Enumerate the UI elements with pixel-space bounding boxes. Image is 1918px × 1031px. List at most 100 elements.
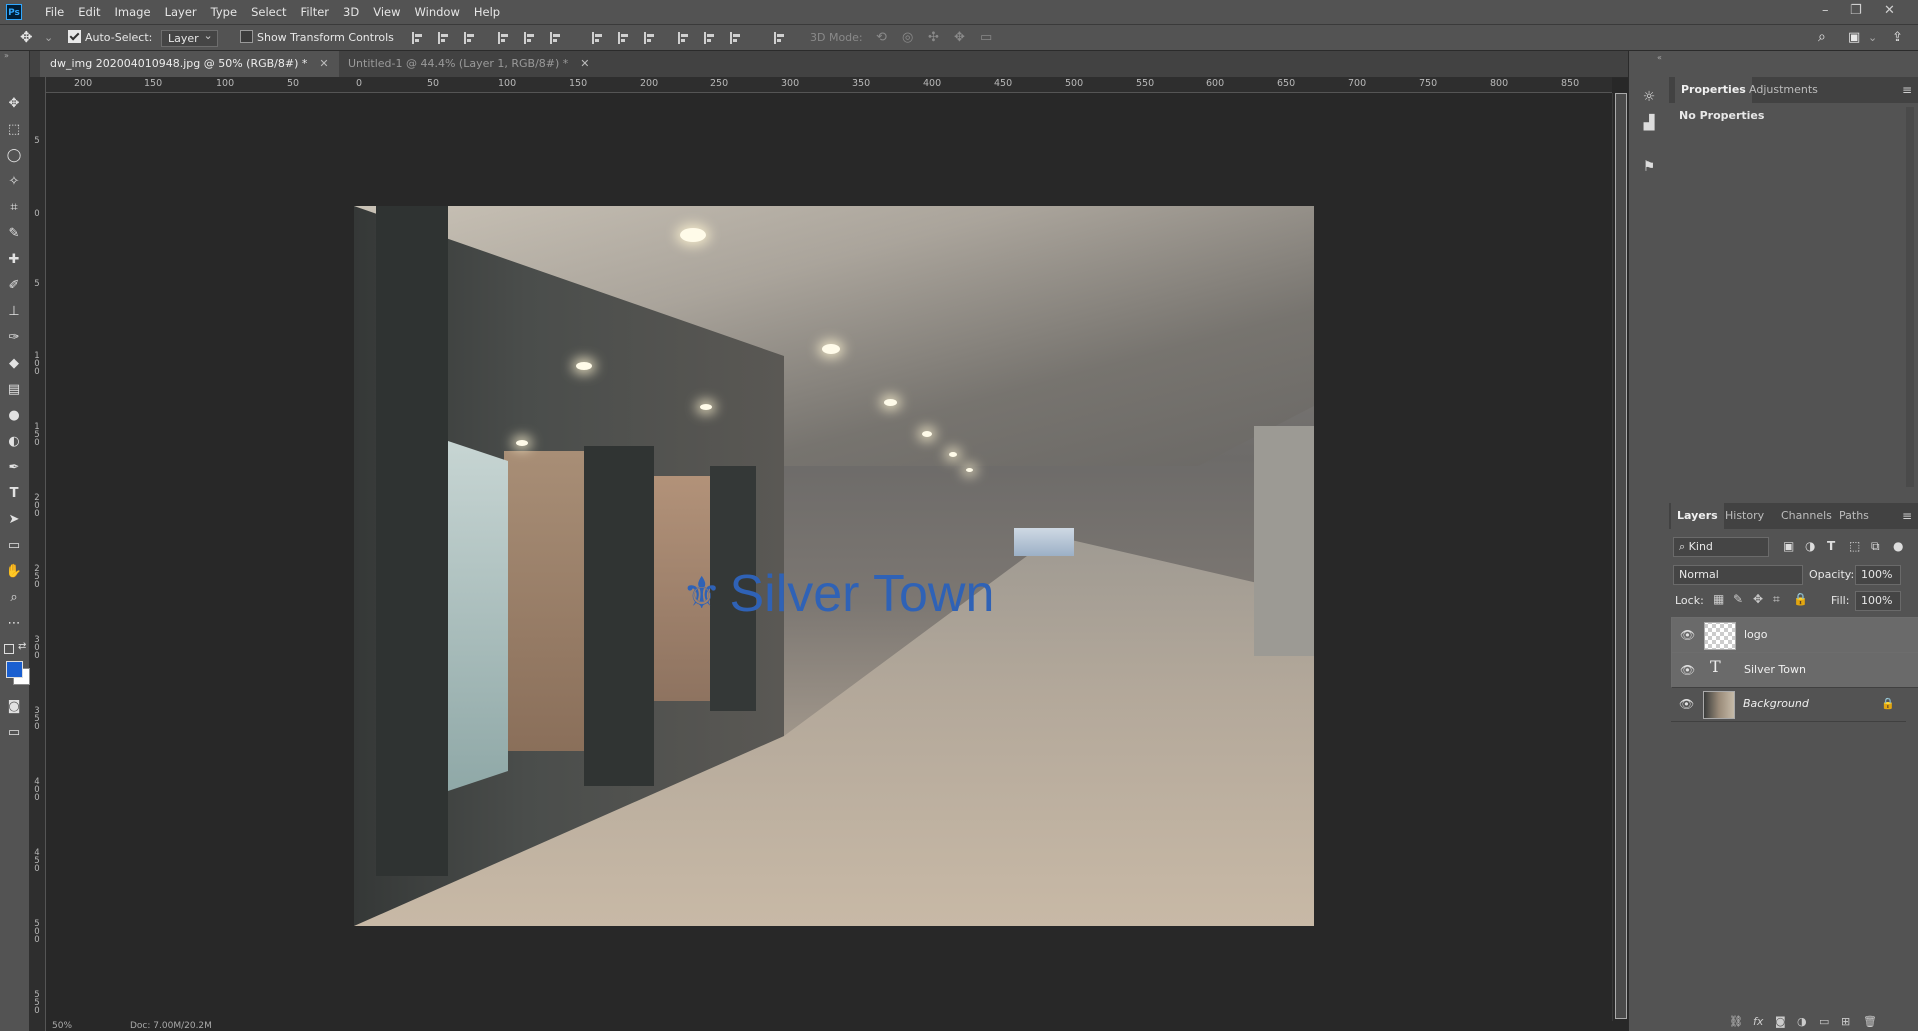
brush-tool-icon[interactable]: ✐: [4, 276, 24, 296]
learn-panel-icon[interactable]: ☼: [1639, 87, 1659, 107]
menu-help[interactable]: Help: [467, 0, 507, 24]
auto-align-layers-icon[interactable]: [774, 32, 786, 44]
visibility-eye-icon[interactable]: 👁: [1679, 697, 1694, 711]
lock-transparent-icon[interactable]: ▦: [1713, 592, 1724, 606]
filter-toggle-icon[interactable]: ●: [1893, 539, 1903, 553]
filter-shape-icon[interactable]: ⬚: [1849, 539, 1860, 553]
workspace-dropdown-icon[interactable]: ⌄: [1868, 25, 1877, 50]
menu-edit[interactable]: Edit: [71, 0, 107, 24]
menu-filter[interactable]: Filter: [294, 0, 336, 24]
show-transform-controls-checkbox[interactable]: Show Transform Controls: [240, 25, 394, 50]
tab-paths[interactable]: Paths: [1833, 503, 1875, 529]
tool-preset-dropdown-icon[interactable]: ⌄: [44, 25, 53, 50]
histogram-panel-icon[interactable]: ▟: [1639, 113, 1659, 133]
adjustment-layer-icon[interactable]: ◑: [1797, 1015, 1807, 1028]
3d-pan-icon[interactable]: ✣: [928, 25, 939, 50]
tab-properties[interactable]: Properties: [1675, 77, 1752, 103]
filter-type-icon[interactable]: T: [1827, 539, 1835, 553]
close-tab-icon[interactable]: ✕: [319, 57, 328, 70]
restore-button[interactable]: ❐: [1850, 0, 1862, 24]
filter-smart-object-icon[interactable]: ⧉: [1871, 539, 1880, 554]
document-image[interactable]: ⚜ Silver Town: [354, 206, 1314, 926]
foreground-color-swatch[interactable]: [6, 661, 23, 678]
shape-tool-icon[interactable]: ▭: [4, 536, 24, 556]
align-vertical-centers-icon[interactable]: [438, 32, 450, 44]
quick-mask-icon[interactable]: ◙: [4, 697, 24, 717]
blend-mode-dropdown[interactable]: Normal: [1673, 565, 1803, 585]
healing-brush-tool-icon[interactable]: ✚: [4, 250, 24, 270]
add-mask-icon[interactable]: ◙: [1775, 1015, 1786, 1028]
layer-row-background[interactable]: 👁 Background 🔒: [1671, 687, 1906, 722]
tab-dw-img[interactable]: dw_img 202004010948.jpg @ 50% (RGB/8#) *…: [40, 51, 339, 77]
tab-layers[interactable]: Layers: [1671, 503, 1724, 529]
magic-wand-tool-icon[interactable]: ✧: [4, 172, 24, 192]
blur-tool-icon[interactable]: ●: [4, 406, 24, 426]
path-selection-tool-icon[interactable]: ➤: [4, 510, 24, 530]
align-bottom-edges-icon[interactable]: [464, 32, 476, 44]
more-tools-icon[interactable]: ⋯: [4, 614, 24, 634]
distribute-vertical-centers-icon[interactable]: [618, 32, 630, 44]
lasso-tool-icon[interactable]: ◯: [4, 146, 24, 166]
tab-adjustments[interactable]: Adjustments: [1743, 77, 1824, 103]
align-top-edges-icon[interactable]: [412, 32, 424, 44]
distribute-top-icon[interactable]: [592, 32, 604, 44]
auto-select-checkbox[interactable]: Auto-Select:: [68, 25, 152, 50]
silver-town-logo-overlay[interactable]: ⚜ Silver Town: [682, 566, 994, 622]
zoom-tool-icon[interactable]: ⌕: [4, 588, 24, 608]
lock-artboard-icon[interactable]: ⌗: [1773, 592, 1780, 607]
3d-scale-icon[interactable]: ▭: [980, 25, 992, 50]
align-horizontal-centers-icon[interactable]: [524, 32, 536, 44]
eyedropper-tool-icon[interactable]: ✎: [4, 224, 24, 244]
lock-image-icon[interactable]: ✎: [1733, 592, 1743, 606]
filter-pixel-icon[interactable]: ▣: [1783, 539, 1794, 553]
visibility-eye-icon[interactable]: 👁: [1680, 628, 1695, 642]
menu-layer[interactable]: Layer: [158, 0, 204, 24]
dodge-tool-icon[interactable]: ◐: [4, 432, 24, 452]
hand-tool-icon[interactable]: ✋: [4, 562, 24, 582]
tab-history[interactable]: History: [1719, 503, 1770, 529]
delete-layer-icon[interactable]: 🗑: [1863, 1015, 1877, 1028]
layer-style-icon[interactable]: fx: [1753, 1015, 1763, 1028]
move-tool-preset-icon[interactable]: ✥: [20, 25, 33, 50]
swap-colors-icon[interactable]: ⇄: [18, 641, 26, 652]
menu-3d[interactable]: 3D: [336, 0, 366, 24]
history-brush-tool-icon[interactable]: ✑: [4, 328, 24, 348]
lock-all-icon[interactable]: 🔒: [1793, 592, 1808, 606]
collapse-dock-icon[interactable]: «: [1657, 53, 1662, 62]
horizontal-ruler[interactable]: 200 150 100 50 0 50 100 150 200 250 300 …: [46, 77, 1612, 93]
filter-kind-dropdown[interactable]: ⌕ Kind: [1673, 537, 1769, 557]
eraser-tool-icon[interactable]: ◆: [4, 354, 24, 374]
zoom-level[interactable]: 50%: [52, 1021, 72, 1031]
align-left-edges-icon[interactable]: [498, 32, 510, 44]
close-tab-icon[interactable]: ✕: [580, 57, 589, 70]
vertical-scrollbar[interactable]: [1612, 93, 1627, 1021]
new-group-icon[interactable]: ▭: [1819, 1015, 1829, 1028]
opacity-input[interactable]: 100%: [1855, 565, 1901, 585]
menu-file[interactable]: File: [38, 0, 71, 24]
screen-mode-icon[interactable]: ▭: [4, 723, 24, 743]
layer-row-logo[interactable]: 👁 logo: [1671, 615, 1918, 653]
panel-menu-icon[interactable]: ≡: [1902, 509, 1912, 523]
menu-image[interactable]: Image: [108, 0, 158, 24]
visibility-eye-icon[interactable]: 👁: [1680, 663, 1695, 677]
3d-orbit-icon[interactable]: ⟲: [876, 25, 887, 50]
search-icon[interactable]: ⌕: [1818, 25, 1826, 50]
new-layer-icon[interactable]: ⊞: [1841, 1015, 1850, 1028]
tab-untitled-1[interactable]: Untitled-1 @ 44.4% (Layer 1, RGB/8#) * ✕: [338, 51, 600, 77]
document-size[interactable]: Doc: 7.00M/20.2M: [130, 1021, 212, 1031]
auto-select-target-dropdown[interactable]: Layer: [161, 28, 218, 47]
distribute-bottom-icon[interactable]: [644, 32, 656, 44]
close-button[interactable]: ✕: [1884, 0, 1895, 24]
3d-slide-icon[interactable]: ✥: [954, 25, 965, 50]
panel-menu-icon[interactable]: ≡: [1902, 83, 1912, 97]
collapse-tools-icon[interactable]: »: [4, 52, 24, 60]
properties-scrollbar[interactable]: [1906, 107, 1914, 487]
marquee-tool-icon[interactable]: ⬚: [4, 120, 24, 140]
layer-name[interactable]: logo: [1744, 618, 1768, 652]
crop-tool-icon[interactable]: ⌗: [4, 198, 24, 218]
workspace-icon[interactable]: ▣: [1848, 25, 1860, 50]
lock-position-icon[interactable]: ✥: [1753, 592, 1763, 606]
menu-type[interactable]: Type: [204, 0, 244, 24]
menu-select[interactable]: Select: [244, 0, 293, 24]
ruler-origin[interactable]: [30, 77, 46, 93]
